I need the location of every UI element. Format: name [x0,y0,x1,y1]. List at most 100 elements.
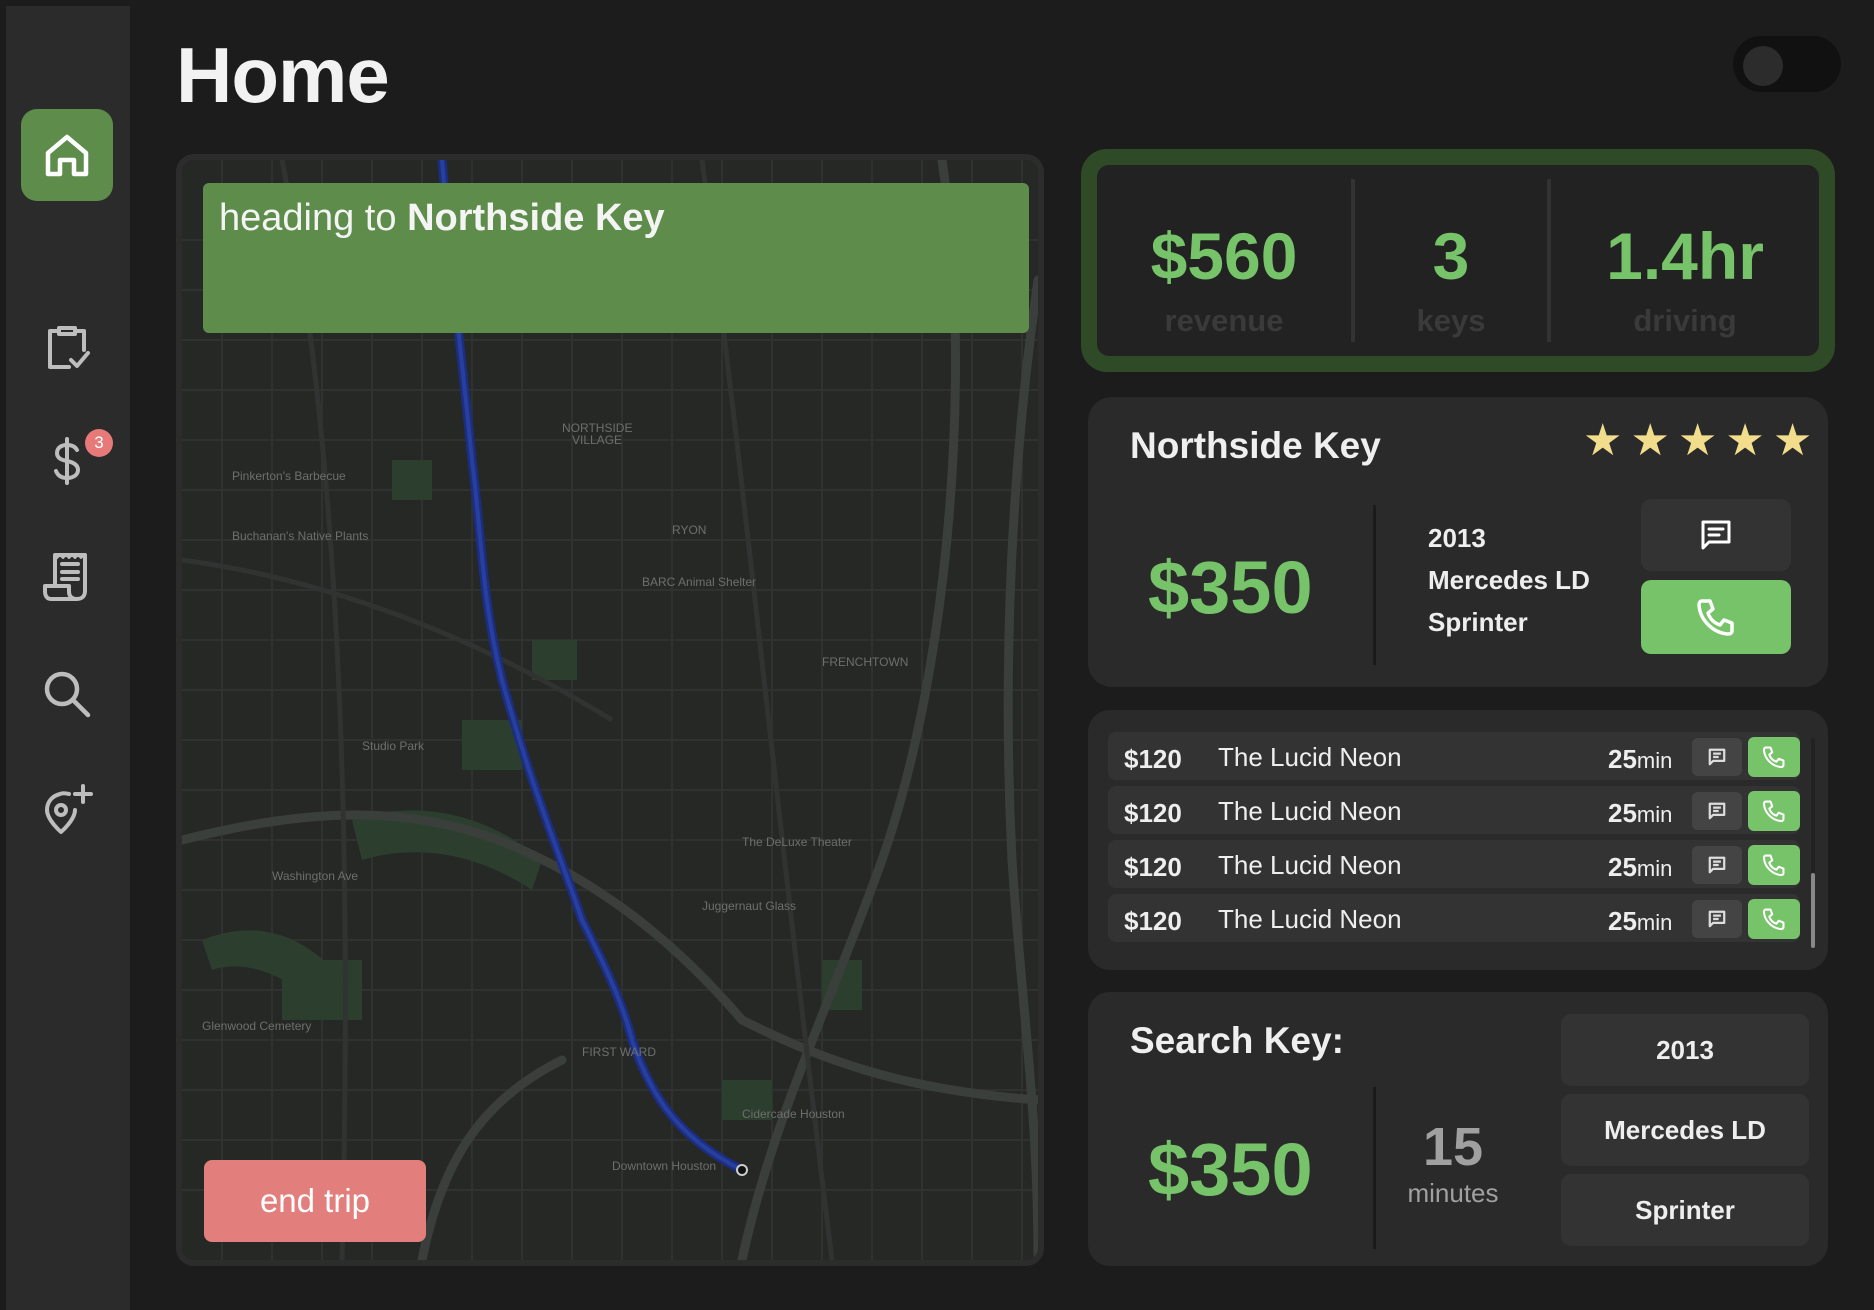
queue-message-button[interactable] [1692,846,1742,884]
svg-text:BARC Animal Shelter: BARC Animal Shelter [642,575,756,589]
message-icon [1701,520,1731,550]
stats-inner: $560 revenue 3 keys 1.4hr driving [1097,165,1819,356]
stat-keys-value: 3 [1432,219,1470,293]
divider [1373,505,1376,665]
svg-text:VILLAGE: VILLAGE [572,433,622,447]
scrollbar-thumb[interactable] [1811,873,1815,948]
call-button[interactable] [1641,580,1791,654]
page-title: Home [176,31,390,119]
stat-revenue: $560 revenue [1097,179,1351,342]
sidebar-item-home[interactable] [21,109,113,201]
search-icon [44,671,91,718]
eta-value: 15 [1422,1117,1484,1177]
sidebar-item-search[interactable] [21,648,113,740]
queue-call-button[interactable] [1748,845,1800,885]
vehicle-make: Mercedes LD [1428,565,1590,595]
svg-text:Buchanan's Native Plants: Buchanan's Native Plants [232,529,368,543]
phone-icon [1762,854,1785,877]
queue-price: $120 [1124,852,1182,882]
queue-list[interactable]: $120 The Lucid Neon 25min $120 The Lucid… [1088,710,1828,970]
message-icon [1708,802,1726,820]
message-icon [1708,910,1726,928]
search-key-eta: 15 minutes [1393,1120,1513,1209]
eta-unit: minutes [1407,1178,1499,1208]
queue-name: The Lucid Neon [1218,796,1402,826]
sidebar-item-tasks[interactable] [21,300,113,392]
scrollbar[interactable] [1811,738,1815,948]
vehicle-model: Sprinter [1428,607,1528,637]
queue-price: $120 [1124,744,1182,774]
stat-revenue-label: revenue [1164,303,1284,338]
stats-card: $560 revenue 3 keys 1.4hr driving [1081,149,1835,372]
stat-driving: 1.4hr driving [1551,179,1819,342]
theme-toggle[interactable] [1733,36,1841,92]
location-add-icon [45,784,93,834]
queue-message-button[interactable] [1692,792,1742,830]
queue-call-button[interactable] [1748,791,1800,831]
search-key-price: $350 [1148,1128,1313,1211]
receipt-icon [43,553,87,601]
message-button[interactable] [1641,499,1791,571]
heading-prefix: heading to [219,197,408,239]
svg-text:Juggernaut Glass: Juggernaut Glass [702,899,796,913]
queue-time-unit: min [1636,856,1673,881]
sidebar-item-payments[interactable]: 3 [21,415,113,507]
stat-keys-label: keys [1416,303,1486,338]
search-option-model[interactable]: Sprinter [1561,1174,1809,1246]
queue-message-button[interactable] [1692,738,1742,776]
queue-time: 25min [1608,906,1672,937]
divider [1373,1087,1376,1249]
customer-rating: ★ ★ ★ ★ ★ [1583,419,1812,463]
search-option-make[interactable]: Mercedes LD [1561,1094,1809,1166]
svg-text:RYON: RYON [672,523,706,537]
svg-text:Downtown Houston: Downtown Houston [612,1159,716,1173]
queue-time-unit: min [1636,802,1673,827]
list-item[interactable]: $120 The Lucid Neon 25min [1108,732,1800,780]
queue-price: $120 [1124,798,1182,828]
map-card[interactable]: NORTHSIDE VILLAGE RYON FRENCHTOWN FIRST … [176,154,1044,1266]
star-icon: ★ [1630,416,1670,465]
home-icon [45,134,89,177]
search-option-year[interactable]: 2013 [1561,1014,1809,1086]
star-icon: ★ [1725,416,1765,465]
list-item[interactable]: $120 The Lucid Neon 25min [1108,894,1800,942]
queue-message-button[interactable] [1692,900,1742,938]
svg-text:FIRST WARD: FIRST WARD [582,1045,656,1059]
phone-icon [1762,800,1785,823]
sidebar-item-receipts[interactable] [21,531,113,623]
svg-text:The DeLuxe Theater: The DeLuxe Theater [742,835,852,849]
search-key-title: Search Key: [1130,1020,1344,1061]
heading-banner: heading to Northside Key [203,183,1029,333]
end-trip-button[interactable]: end trip [204,1160,426,1242]
phone-icon [1762,908,1785,931]
queue-name: The Lucid Neon [1218,742,1402,772]
list-item[interactable]: $120 The Lucid Neon 25min [1108,786,1800,834]
customer-name: Northside Key [1130,425,1381,466]
svg-text:Studio Park: Studio Park [362,739,425,753]
queue-time: 25min [1608,852,1672,883]
message-icon [1708,748,1726,766]
queue-time: 25min [1608,744,1672,775]
phone-icon [1697,599,1734,636]
queue-time-value: 25 [1608,906,1637,936]
queue-time-value: 25 [1608,852,1637,882]
clipboard-check-icon [48,326,90,369]
sidebar-item-add-location[interactable] [21,763,113,855]
queue-time: 25min [1608,798,1672,829]
svg-text:Glenwood Cemetery: Glenwood Cemetery [202,1019,311,1033]
queue-name: The Lucid Neon [1218,850,1402,880]
queue-call-button[interactable] [1748,899,1800,939]
star-icon: ★ [1583,416,1623,465]
list-item[interactable]: $120 The Lucid Neon 25min [1108,840,1800,888]
notification-badge: 3 [85,429,113,457]
star-icon: ★ [1772,416,1813,465]
toggle-knob [1743,46,1783,86]
search-key-card: Search Key: $350 15 minutes 2013 Mercede… [1088,992,1828,1266]
message-icon [1708,856,1726,874]
queue-call-button[interactable] [1748,737,1800,777]
queue-name: The Lucid Neon [1218,904,1402,934]
sidebar: 3 [6,6,130,1310]
current-customer-card: Northside Key ★ ★ ★ ★ ★ $350 2013 Merced… [1088,397,1828,687]
queue-time-unit: min [1636,910,1673,935]
phone-icon [1762,746,1785,769]
